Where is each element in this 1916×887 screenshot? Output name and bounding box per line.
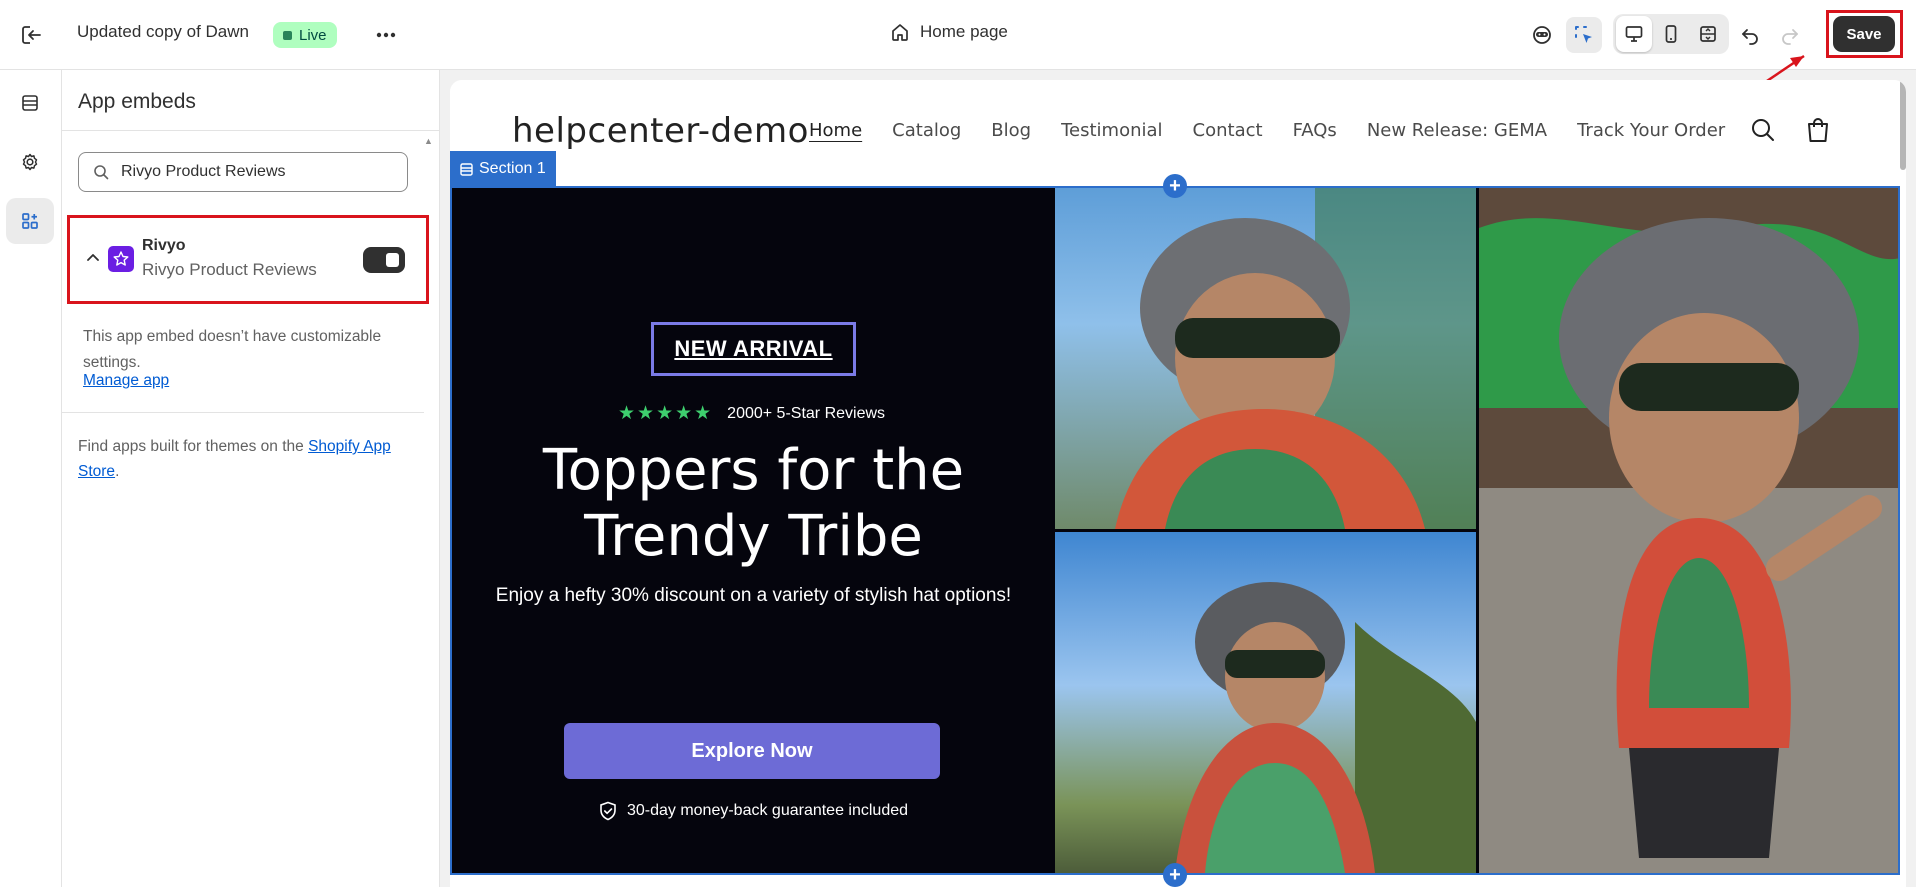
redo-icon [1782,29,1798,45]
store-preview: helpcenter-demo Home Catalog Blog Testim… [450,80,1906,887]
status-badge: Live [273,22,337,48]
theme-name: Updated copy of Dawn [77,22,249,41]
left-rail [0,70,62,887]
select-cursor-icon [1575,26,1592,43]
desktop-view-button[interactable] [1615,16,1652,52]
save-highlight-box [1826,10,1903,58]
toolbar-left-tools [1524,15,1602,55]
nav-item-home[interactable]: Home [809,120,862,141]
manage-app-link[interactable]: Manage app [83,372,169,390]
apps-icon [22,213,38,229]
cart-icon[interactable] [1804,116,1832,144]
mobile-icon [1665,25,1677,43]
divider [62,130,440,131]
app-highlight-box [67,215,429,304]
more-actions-button[interactable] [371,21,401,49]
find-apps-suffix: . [115,463,120,480]
search-value: Rivyo Product Reviews [121,163,286,180]
undo-button[interactable] [1732,17,1768,53]
exit-button[interactable] [16,21,48,49]
nav-item-new-release[interactable]: New Release: GEMA [1367,120,1547,141]
selected-section-outline [450,186,1900,875]
fullscreen-view-button[interactable] [1690,16,1726,52]
store-header: helpcenter-demo Home Catalog Blog Testim… [450,80,1906,187]
nav-item-contact[interactable]: Contact [1193,120,1263,141]
desktop-icon [1625,26,1643,42]
add-section-above-button[interactable]: + [1163,174,1187,198]
search-icon[interactable] [1750,117,1776,143]
app-embeds-button[interactable] [6,198,54,244]
scroll-up-arrow[interactable]: ▲ [424,136,433,146]
viewport-switcher [1613,14,1729,54]
sidekick-icon [1533,26,1551,44]
nav-item-blog[interactable]: Blog [991,120,1031,141]
inspector-button[interactable] [1566,17,1602,53]
divider [62,412,424,413]
gear-icon [22,153,38,171]
app-search-input[interactable]: Rivyo Product Reviews [78,152,408,192]
nav-item-faqs[interactable]: FAQs [1293,120,1337,141]
nav-item-track-order[interactable]: Track Your Order [1577,120,1725,141]
home-icon [892,24,908,41]
section-tag-label: Section 1 [479,160,546,177]
section-tag[interactable]: Section 1 [450,151,556,187]
exit-icon [22,26,41,44]
undo-icon [1742,29,1758,45]
preview-scrollbar[interactable] [1900,80,1906,170]
ellipsis-icon [376,32,396,38]
find-apps-prefix: Find apps built for themes on the [78,438,309,455]
mobile-view-button[interactable] [1653,16,1689,52]
add-section-below-button[interactable]: + [1163,863,1187,887]
find-apps-text: Find apps built for themes on the Shopif… [78,434,418,484]
expand-icon [1700,26,1717,42]
sections-icon [22,95,38,111]
page-selector[interactable]: Home page [890,22,1008,42]
page-name: Home page [920,22,1008,41]
embed-note: This app embed doesn’t have customizable… [83,328,382,371]
nav-item-catalog[interactable]: Catalog [892,120,961,141]
editor-topbar: Updated copy of Dawn Live Home page Save [0,0,1916,120]
search-icon [94,165,109,180]
status-label: Live [299,26,327,44]
history-tools [1732,15,1808,55]
sidekick-button[interactable] [1524,17,1560,53]
sections-button[interactable] [6,80,54,126]
panel-title: App embeds [78,90,196,113]
store-nav: Home Catalog Blog Testimonial Contact FA… [809,120,1725,141]
nav-item-testimonial[interactable]: Testimonial [1061,120,1162,141]
redo-button[interactable] [1772,17,1808,53]
status-dot [283,30,292,40]
store-logo[interactable]: helpcenter-demo [512,111,809,151]
app-embeds-panel: App embeds ▲ Rivyo Product Reviews Rivyo… [62,70,440,887]
section-icon [460,162,473,176]
theme-settings-button[interactable] [6,139,54,185]
